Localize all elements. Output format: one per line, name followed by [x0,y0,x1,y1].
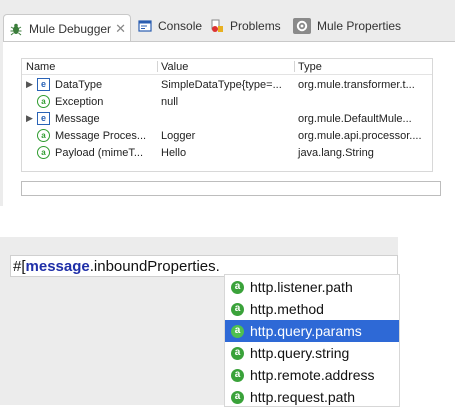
tab-label: Mule Properties [317,19,402,33]
console-icon [137,18,153,34]
row-name: DataType [55,78,103,91]
row-type: org.mule.api.processor.... [298,130,422,142]
row-value: SimpleDataType{type=... [161,79,282,91]
problems-icon [209,18,225,34]
suggestion-label: http.remote.address [250,367,375,383]
column-divider[interactable] [157,61,158,72]
table-header: Name Value Type [22,59,432,75]
expand-arrow-icon[interactable]: ▶ [26,79,35,90]
row-type: java.lang.String [298,147,374,159]
tab-console[interactable]: Console [137,13,202,39]
suggestion-item[interactable]: a http.listener.path [225,276,399,298]
autocomplete-popup: a http.listener.path a http.method a htt… [224,274,400,407]
row-type: org.mule.transformer.t... [298,79,415,91]
tab-mule-debugger[interactable]: Mule Debugger ✕ [3,14,131,42]
attribute-icon: a [231,346,244,360]
attribute-icon: a [231,390,244,404]
expression-icon: e [37,112,50,125]
suggestion-label: http.query.params [250,323,362,339]
column-header-name[interactable]: Name [26,61,55,73]
suggestion-item[interactable]: a http.remote.address [225,364,399,386]
table-row[interactable]: a Message Proces... Logger org.mule.api.… [22,127,432,144]
tab-mule-properties[interactable]: Mule Properties [292,13,401,39]
tab-label: Mule Debugger [29,21,112,36]
attribute-icon: a [231,302,244,316]
attribute-icon: a [37,146,50,159]
attribute-icon: a [231,280,244,294]
expression-prefix: #[ [13,258,26,275]
gear-icon [292,18,312,34]
attribute-icon: a [231,368,244,382]
tab-label: Console [158,19,203,33]
tab-problems[interactable]: Problems [209,13,281,39]
expression-icon: e [37,78,50,91]
table-row[interactable]: ▶ e DataType SimpleDataType{type=... org… [22,76,432,93]
variables-table: Name Value Type ▶ e DataType SimpleDataT… [21,58,433,172]
attribute-icon: a [37,95,50,108]
bug-icon [8,21,24,37]
expression-rest: .inboundProperties. [89,258,220,275]
column-header-type[interactable]: Type [298,61,322,73]
close-icon[interactable]: ✕ [115,21,126,37]
view-tab-bar: Mule Debugger ✕ Console Problems Mule Pr… [0,0,455,42]
row-value: null [161,96,179,108]
row-name: Payload (mimeT... [55,146,144,159]
row-value: Logger [161,130,196,142]
row-name: Message [55,112,100,125]
row-name: Exception [55,95,104,108]
debugger-content: Name Value Type ▶ e DataType SimpleDataT… [3,41,455,207]
suggestion-item[interactable]: a http.query.string [225,342,399,364]
expand-arrow-icon[interactable]: ▶ [26,113,35,124]
expression-input[interactable] [21,181,441,196]
suggestion-label: http.listener.path [250,279,353,295]
suggestion-item[interactable]: a http.request.path [225,386,399,406]
column-divider[interactable] [294,61,295,72]
tab-label: Problems [230,19,281,33]
row-name: Message Proces... [55,129,147,142]
suggestion-label: http.request.path [250,389,356,405]
suggestion-label: http.method [250,301,324,317]
suggestion-item-selected[interactable]: a http.query.params [225,320,399,342]
attribute-icon: a [231,324,244,338]
table-row[interactable]: a Exception null [22,93,432,110]
column-header-value[interactable]: Value [161,61,188,73]
table-row[interactable]: ▶ e Message org.mule.DefaultMule... [22,110,432,127]
expression-keyword: message [25,258,90,275]
mule-debugger-panel: Mule Debugger ✕ Console Problems Mule Pr… [0,0,455,207]
row-value: Hello [161,147,187,159]
row-type: org.mule.DefaultMule... [298,113,412,125]
table-row[interactable]: a Payload (mimeT... Hello java.lang.Stri… [22,144,432,161]
suggestion-item[interactable]: a http.method [225,298,399,320]
attribute-icon: a [37,129,50,142]
suggestion-label: http.query.string [250,345,350,361]
